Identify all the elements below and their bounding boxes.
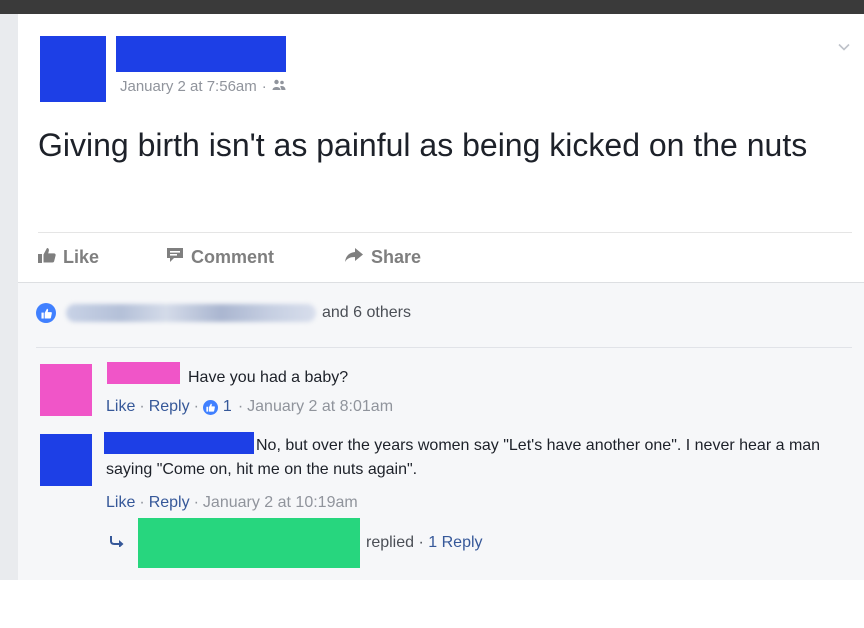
comment-icon — [166, 247, 184, 268]
meta-separator: · — [261, 78, 267, 95]
like-count-icon — [202, 399, 218, 415]
meta-separator: · — [418, 534, 429, 551]
comment-label: Comment — [191, 246, 275, 267]
comment-reply-link[interactable]: Reply — [149, 398, 190, 416]
feed-background: January 2 at 7:56am · Giving birth isn't… — [0, 14, 864, 580]
meta-separator: · — [139, 398, 145, 415]
screen-top-bar — [0, 0, 864, 14]
comment-timestamp[interactable]: January 2 at 10:19am — [203, 494, 358, 512]
replied-label: replied — [366, 534, 415, 551]
post-card: January 2 at 7:56am · Giving birth isn't… — [18, 14, 864, 580]
thumbs-up-icon — [38, 247, 56, 268]
page-bottom-margin — [0, 580, 864, 628]
commenter-name-redacted[interactable] — [107, 362, 180, 384]
reactions-summary[interactable]: and 6 others — [36, 303, 411, 323]
post-timestamp[interactable]: January 2 at 7:56am — [120, 78, 257, 95]
commenter-name-redacted[interactable] — [104, 432, 254, 454]
meta-separator: · — [193, 494, 199, 511]
post-actions: Like Comment Share — [38, 244, 421, 270]
meta-separator: · — [139, 494, 145, 511]
divider — [36, 347, 852, 348]
author-avatar[interactable] — [40, 36, 106, 102]
comment-button[interactable]: Comment — [166, 247, 344, 268]
comment-meta: Like · Reply · January 2 at 10:19am — [106, 494, 358, 512]
share-label: Share — [371, 246, 422, 267]
meta-separator: · — [193, 398, 199, 415]
friends-icon[interactable] — [272, 78, 286, 95]
comment-like-link[interactable]: Like — [106, 398, 135, 416]
like-label: Like — [63, 246, 100, 267]
replier-name-redacted[interactable] — [138, 518, 360, 568]
view-replies-link[interactable]: 1 Reply — [428, 534, 482, 551]
comment-text: Have you had a baby? — [188, 369, 349, 386]
post-text: Giving birth isn't as painful as being k… — [38, 127, 808, 163]
replied-text: replied · 1 Reply — [366, 534, 483, 552]
author-name-redacted[interactable] — [116, 36, 286, 72]
share-button[interactable]: Share — [344, 247, 421, 268]
others-count[interactable]: and 6 others — [322, 304, 411, 322]
share-arrow-icon — [344, 247, 364, 268]
comment-meta: Like · Reply · 1 · January 2 at 8:01am — [106, 398, 393, 416]
commenter-avatar[interactable] — [40, 364, 92, 416]
like-button[interactable]: Like — [38, 247, 166, 268]
commenter-avatar[interactable] — [40, 434, 92, 486]
divider — [38, 232, 852, 233]
reactor-names-blurred — [66, 304, 316, 322]
reply-arrow-icon — [110, 534, 124, 552]
comment-timestamp[interactable]: January 2 at 8:01am — [247, 398, 393, 416]
comment-reply-link[interactable]: Reply — [149, 494, 190, 512]
reply-summary[interactable]: replied · 1 Reply — [110, 518, 483, 568]
post-meta: January 2 at 7:56am · — [120, 78, 286, 95]
meta-separator: · — [237, 398, 244, 415]
comment-like-link[interactable]: Like — [106, 494, 135, 512]
comment-like-count[interactable]: 1 — [223, 398, 232, 416]
chevron-down-icon[interactable] — [838, 40, 850, 52]
like-reaction-icon — [36, 303, 56, 323]
